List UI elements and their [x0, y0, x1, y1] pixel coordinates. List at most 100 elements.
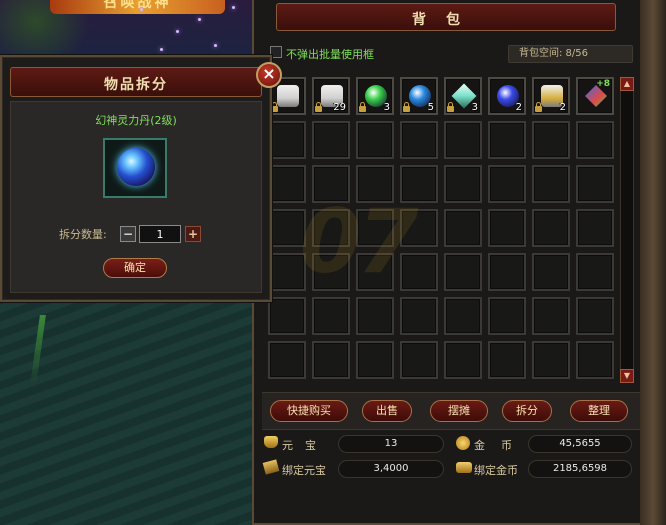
bag-slot-empty[interactable]	[356, 165, 394, 203]
split-quantity-input[interactable]	[139, 225, 181, 243]
bag-slot-empty[interactable]	[444, 209, 482, 247]
lock-icon	[315, 102, 322, 112]
bag-slot-empty[interactable]	[488, 341, 526, 379]
quantity-increase-button[interactable]: +	[185, 226, 201, 242]
bag-slot-empty[interactable]	[444, 253, 482, 291]
split-item-slot[interactable]	[103, 138, 167, 198]
bag-slot-empty[interactable]	[312, 297, 350, 335]
bag-window-frame	[640, 0, 666, 525]
bag-slot-empty[interactable]	[268, 341, 306, 379]
lock-icon	[447, 102, 454, 112]
bag-slot-empty[interactable]	[268, 121, 306, 159]
confirm-button[interactable]: 确定	[103, 258, 167, 278]
bag-slot-empty[interactable]	[488, 121, 526, 159]
bag-slot-empty[interactable]	[576, 253, 614, 291]
stall-button[interactable]: 摆摊	[430, 400, 488, 422]
bag-title: 背包	[412, 12, 480, 28]
gold-coin-icon	[456, 436, 470, 450]
bag-slot-empty[interactable]	[312, 121, 350, 159]
bag-slot-item[interactable]: 2	[488, 77, 526, 115]
bag-slot-empty[interactable]	[356, 341, 394, 379]
bag-slot-item[interactable]: 3	[444, 77, 482, 115]
bag-slot-empty[interactable]	[576, 121, 614, 159]
bag-slot-empty[interactable]	[268, 253, 306, 291]
split-item-name: 幻神灵力丹(2级)	[95, 114, 177, 127]
bag-slot-empty[interactable]	[268, 209, 306, 247]
bag-slot-empty[interactable]	[444, 341, 482, 379]
bag-slot-empty[interactable]	[400, 165, 438, 203]
lock-icon	[403, 102, 410, 112]
bag-title-bar[interactable]: 背包	[276, 3, 616, 31]
bag-slot-empty[interactable]	[356, 253, 394, 291]
bound-yuanbao-value: 3,4000	[338, 460, 444, 478]
bag-slot-empty[interactable]	[532, 121, 570, 159]
bound-gold-icon	[456, 462, 472, 473]
bag-slot-item[interactable]: 5	[400, 77, 438, 115]
bag-slot-empty[interactable]	[576, 209, 614, 247]
bag-slot-empty[interactable]	[488, 253, 526, 291]
gold-label: 金币	[474, 439, 528, 452]
bag-slot-empty[interactable]	[444, 297, 482, 335]
bag-slot-empty[interactable]	[532, 297, 570, 335]
bag-slot-empty[interactable]	[312, 341, 350, 379]
bag-slot-item[interactable]: +8	[576, 77, 614, 115]
item-count: 2	[559, 102, 566, 113]
bag-toolbar: 不弹出批量使用框 背包空间: 8/56	[264, 42, 639, 66]
close-icon[interactable]: ×	[256, 62, 282, 88]
sell-button[interactable]: 出售	[362, 400, 412, 422]
lock-icon	[359, 102, 366, 112]
bag-slot-empty[interactable]	[400, 341, 438, 379]
quick-buy-button[interactable]: 快捷购买	[270, 400, 348, 422]
item-count: 2	[515, 102, 522, 113]
bag-slot-item[interactable]: 2	[532, 77, 570, 115]
bag-scrollbar[interactable]	[620, 77, 634, 383]
scroll-up-button[interactable]: ▲	[620, 77, 634, 91]
bag-slot-empty[interactable]	[400, 253, 438, 291]
bag-slot-empty[interactable]	[444, 121, 482, 159]
split-button[interactable]: 拆分	[502, 400, 552, 422]
scene-banner-text: 召唤战神	[50, 0, 225, 14]
bag-slot-empty[interactable]	[400, 297, 438, 335]
scroll-down-button[interactable]: ▼	[620, 369, 634, 383]
bag-slot-empty[interactable]	[400, 209, 438, 247]
yuanbao-value: 13	[338, 435, 444, 453]
bag-slot-empty[interactable]	[268, 165, 306, 203]
item-count: 3	[383, 102, 390, 113]
enhance-level: +8	[596, 79, 610, 89]
bag-slot-empty[interactable]	[532, 209, 570, 247]
split-quantity-label: 拆分数量:	[59, 228, 107, 241]
sort-button[interactable]: 整理	[570, 400, 628, 422]
bag-slot-empty[interactable]	[400, 121, 438, 159]
bag-slot-empty[interactable]	[444, 165, 482, 203]
bag-slot-empty[interactable]	[576, 165, 614, 203]
bag-slot-empty[interactable]	[576, 297, 614, 335]
bag-slot-empty[interactable]	[312, 209, 350, 247]
sparkle	[160, 48, 163, 51]
bag-slot-empty[interactable]	[488, 209, 526, 247]
bag-slot-empty[interactable]	[532, 165, 570, 203]
split-title-bar[interactable]: 物品拆分 ×	[10, 62, 282, 97]
bag-action-bar: 快捷购买 出售 摆摊 拆分 整理	[262, 392, 640, 430]
quantity-decrease-button[interactable]: −	[120, 226, 136, 242]
bag-slot-empty[interactable]	[356, 121, 394, 159]
split-body: 幻神灵力丹(2级) 拆分数量: − + 确定	[10, 101, 262, 293]
bag-grid: 29 3 5 3 2 2 +8	[268, 77, 614, 383]
bag-slot-empty[interactable]	[488, 165, 526, 203]
sparkle	[140, 8, 143, 11]
bag-slot-empty[interactable]	[312, 253, 350, 291]
bag-slot-empty[interactable]	[268, 297, 306, 335]
split-title: 物品拆分	[104, 77, 168, 93]
item-count: 5	[427, 102, 434, 113]
bag-slot-item[interactable]: 3	[356, 77, 394, 115]
bag-space-counter: 背包空间: 8/56	[508, 45, 633, 63]
bag-slot-empty[interactable]	[356, 209, 394, 247]
bag-slot-item[interactable]: 29	[312, 77, 350, 115]
bag-slot-empty[interactable]	[488, 297, 526, 335]
bag-slot-empty[interactable]	[532, 341, 570, 379]
bag-slot-empty[interactable]	[576, 341, 614, 379]
bag-slot-empty[interactable]	[532, 253, 570, 291]
bag-slot-empty[interactable]	[312, 165, 350, 203]
spirit-pill-icon	[117, 148, 155, 186]
lock-icon	[271, 102, 278, 112]
bag-slot-empty[interactable]	[356, 297, 394, 335]
